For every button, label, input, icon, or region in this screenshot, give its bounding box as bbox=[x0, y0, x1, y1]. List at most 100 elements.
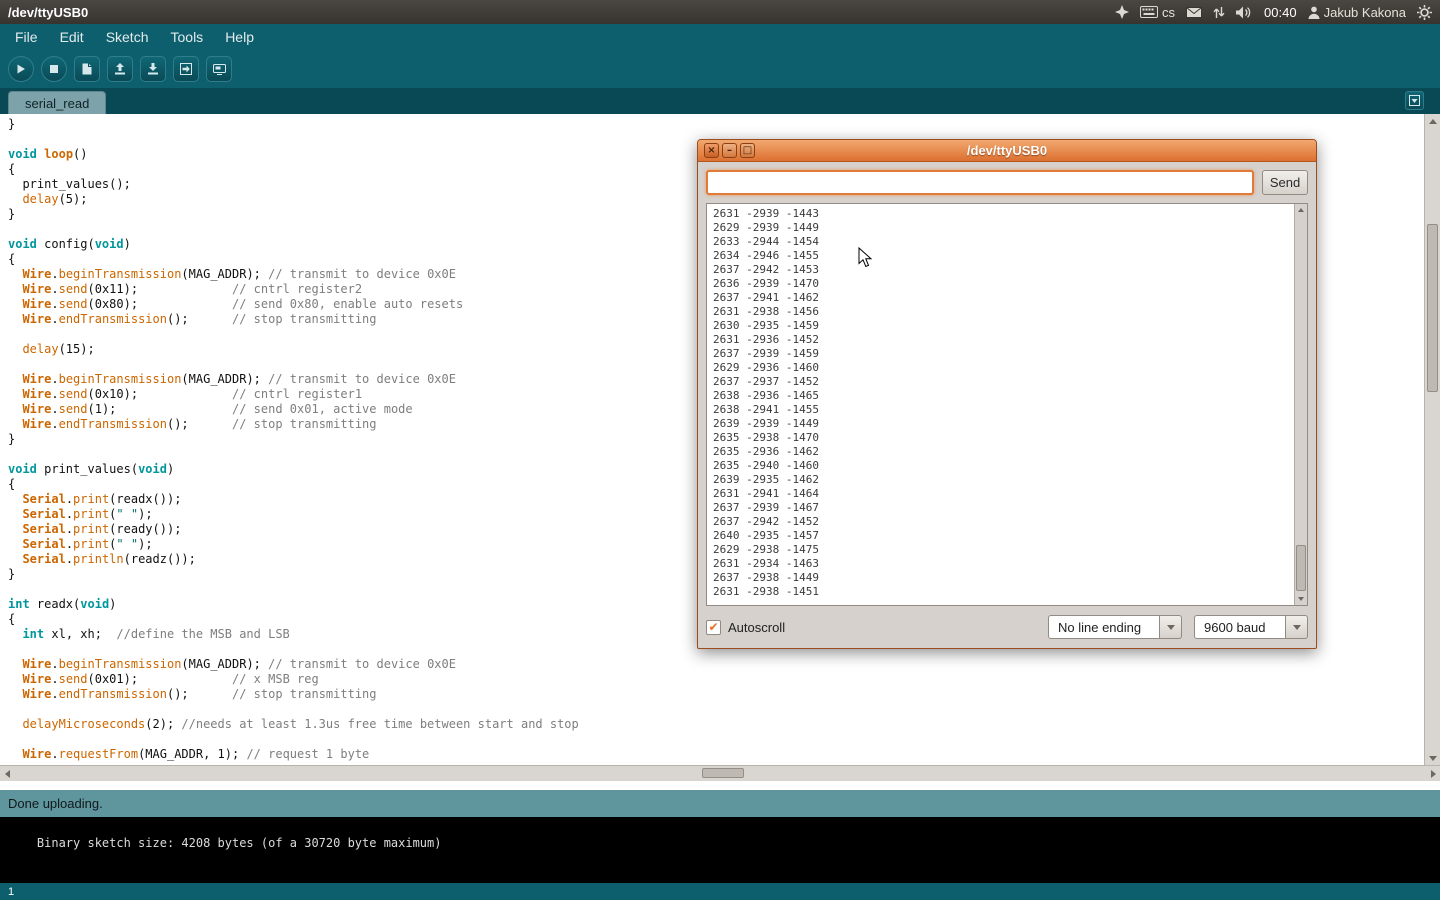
serial-scroll-down-button[interactable] bbox=[1295, 593, 1307, 605]
serial-output-line: 2635 -2936 -1462 bbox=[713, 445, 1301, 459]
serial-input[interactable] bbox=[706, 170, 1254, 195]
user-icon bbox=[1308, 6, 1320, 19]
save-icon bbox=[147, 63, 159, 75]
mail-icon[interactable] bbox=[1186, 7, 1202, 18]
gear-icon[interactable] bbox=[1417, 5, 1432, 20]
keyboard-layout-indicator[interactable]: cs bbox=[1140, 5, 1175, 20]
serial-monitor-body: Send 2631 -2939 -14432629 -2939 -1449263… bbox=[698, 162, 1316, 648]
volume-icon[interactable] bbox=[1236, 6, 1253, 19]
editor-vertical-scrollbar[interactable] bbox=[1424, 114, 1440, 765]
menu-item[interactable]: Edit bbox=[49, 25, 95, 49]
menu-item[interactable]: Sketch bbox=[95, 25, 160, 49]
serial-output-line: 2639 -2939 -1449 bbox=[713, 417, 1301, 431]
line-indicator-bar: 1 bbox=[0, 883, 1440, 900]
menu-bar: FileEditSketchToolsHelp bbox=[0, 24, 1440, 50]
vertical-scrollbar-handle[interactable] bbox=[1427, 224, 1438, 392]
verify-button[interactable] bbox=[8, 56, 34, 82]
window-controls: × – □ bbox=[704, 143, 755, 158]
tab-serial-read[interactable]: serial_read bbox=[8, 91, 106, 114]
serial-output-lines: 2631 -2939 -14432629 -2939 -14492633 -29… bbox=[707, 204, 1307, 602]
horizontal-scrollbar-handle[interactable] bbox=[702, 768, 744, 778]
arrow-left-icon bbox=[5, 770, 10, 778]
code-line bbox=[8, 732, 1424, 747]
console-message: Binary sketch size: 4208 bytes (of a 307… bbox=[37, 836, 442, 850]
upload-button[interactable] bbox=[173, 56, 199, 82]
serial-monitor-button[interactable] bbox=[206, 56, 232, 82]
stop-button[interactable] bbox=[41, 56, 67, 82]
system-tray: cs 00:40 Jakub Kakona bbox=[1115, 0, 1432, 24]
console-output: Binary sketch size: 4208 bytes (of a 307… bbox=[0, 817, 1440, 883]
serial-monitor-title: /dev/ttyUSB0 bbox=[698, 143, 1316, 158]
serial-output-line: 2631 -2934 -1463 bbox=[713, 557, 1301, 571]
code-line bbox=[8, 702, 1424, 717]
tab-menu-button[interactable] bbox=[1405, 91, 1424, 110]
checkmark-icon: ✔ bbox=[708, 620, 718, 634]
editor-status-gap bbox=[0, 781, 1440, 790]
new-sketch-icon bbox=[82, 63, 92, 75]
serial-output-area: 2631 -2939 -14432629 -2939 -14492633 -29… bbox=[706, 203, 1308, 606]
baud-rate-value: 9600 baud bbox=[1194, 615, 1286, 639]
user-menu[interactable]: Jakub Kakona bbox=[1308, 5, 1406, 20]
line-indicator: 1 bbox=[8, 886, 14, 898]
serial-output-line: 2630 -2935 -1459 bbox=[713, 319, 1301, 333]
status-message: Done uploading. bbox=[8, 796, 103, 811]
scroll-down-button[interactable] bbox=[1425, 751, 1440, 765]
editor-horizontal-scrollbar[interactable] bbox=[0, 765, 1440, 781]
open-button[interactable] bbox=[107, 56, 133, 82]
open-icon bbox=[114, 63, 126, 75]
serial-scroll-up-button[interactable] bbox=[1295, 204, 1307, 216]
verify-icon bbox=[16, 64, 26, 74]
keyboard-layout-label: cs bbox=[1162, 5, 1175, 20]
scroll-right-button[interactable] bbox=[1426, 766, 1440, 781]
autoscroll-checkbox[interactable]: ✔ bbox=[706, 620, 721, 635]
baud-rate-dropdown[interactable]: 9600 baud bbox=[1194, 615, 1308, 639]
upload-icon bbox=[180, 63, 192, 75]
maximize-button[interactable]: □ bbox=[740, 143, 755, 158]
scroll-left-button[interactable] bbox=[0, 766, 14, 781]
dropdown-arrow-icon bbox=[1293, 625, 1301, 630]
save-button[interactable] bbox=[140, 56, 166, 82]
arrow-down-icon bbox=[1429, 756, 1437, 761]
indicator-star-icon[interactable] bbox=[1115, 5, 1129, 19]
code-line: } bbox=[8, 117, 1424, 132]
line-ending-dropdown[interactable]: No line ending bbox=[1048, 615, 1182, 639]
serial-output-line: 2631 -2938 -1456 bbox=[713, 305, 1301, 319]
line-ending-value: No line ending bbox=[1048, 615, 1160, 639]
stop-icon bbox=[50, 65, 58, 73]
serial-output-line: 2637 -2937 -1452 bbox=[713, 375, 1301, 389]
line-ending-dropdown-button[interactable] bbox=[1160, 615, 1182, 639]
serial-monitor-icon bbox=[213, 64, 226, 75]
status-bar: Done uploading. bbox=[0, 790, 1440, 817]
clock[interactable]: 00:40 bbox=[1264, 5, 1297, 20]
menu-item[interactable]: Help bbox=[214, 25, 265, 49]
serial-monitor-titlebar[interactable]: × – □ /dev/ttyUSB0 bbox=[698, 140, 1316, 162]
toolbar bbox=[0, 50, 1440, 88]
serial-output-line: 2631 -2941 -1464 bbox=[713, 487, 1301, 501]
serial-output-line: 2631 -2939 -1443 bbox=[713, 207, 1301, 221]
serial-output-line: 2635 -2940 -1460 bbox=[713, 459, 1301, 473]
scroll-up-button[interactable] bbox=[1425, 114, 1440, 128]
baud-rate-dropdown-button[interactable] bbox=[1286, 615, 1308, 639]
serial-scrollbar-handle[interactable] bbox=[1296, 545, 1306, 591]
serial-output-line: 2635 -2938 -1470 bbox=[713, 431, 1301, 445]
serial-output-line: 2640 -2935 -1457 bbox=[713, 529, 1301, 543]
code-line: Wire.beginTransmission(MAG_ADDR); // tra… bbox=[8, 657, 1424, 672]
active-window-title: /dev/ttyUSB0 bbox=[8, 5, 88, 20]
close-button[interactable]: × bbox=[704, 143, 719, 158]
serial-output-scrollbar[interactable] bbox=[1294, 204, 1307, 605]
new-sketch-button[interactable] bbox=[74, 56, 100, 82]
minimize-button[interactable]: – bbox=[722, 143, 737, 158]
serial-output-line: 2637 -2941 -1462 bbox=[713, 291, 1301, 305]
serial-output-line: 2629 -2938 -1475 bbox=[713, 543, 1301, 557]
arrow-right-icon bbox=[1431, 770, 1436, 778]
top-panel: /dev/ttyUSB0 cs 00:40 Jakub Kakona bbox=[0, 0, 1440, 24]
code-line: Wire.requestFrom(MAG_ADDR, 1); // reques… bbox=[8, 747, 1424, 762]
serial-output-line: 2637 -2939 -1459 bbox=[713, 347, 1301, 361]
menu-item[interactable]: File bbox=[4, 25, 49, 49]
serial-monitor-window: × – □ /dev/ttyUSB0 Send 2631 -2939 -1443… bbox=[697, 139, 1317, 649]
desktop: /dev/ttyUSB0 cs 00:40 Jakub Kakona FileE… bbox=[0, 0, 1440, 900]
send-button[interactable]: Send bbox=[1262, 170, 1308, 195]
menu-item[interactable]: Tools bbox=[160, 25, 215, 49]
maximize-icon: □ bbox=[743, 145, 752, 156]
sync-arrows-icon[interactable] bbox=[1213, 6, 1225, 19]
